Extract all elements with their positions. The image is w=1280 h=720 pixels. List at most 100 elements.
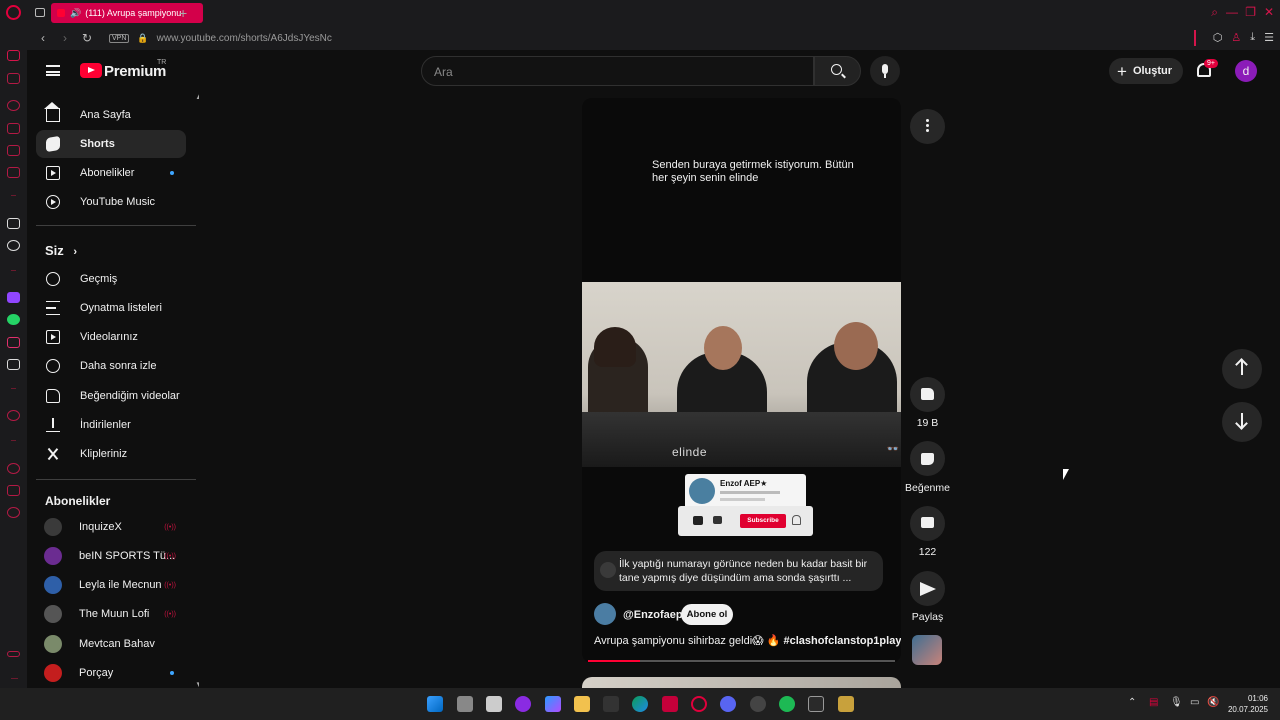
taskbar-clock[interactable]: 01:06 20.07.2025 xyxy=(1228,693,1268,715)
dislike-button[interactable] xyxy=(910,441,945,476)
voice-search-button[interactable] xyxy=(870,56,900,86)
sidebar-item-history[interactable]: Geçmiş xyxy=(36,265,186,293)
search-input[interactable]: Ara xyxy=(421,56,814,86)
lock-icon[interactable]: 🔒 xyxy=(137,33,148,44)
subscription-channel[interactable]: Leyla ile Mecnun ((•)) xyxy=(36,571,186,599)
sidebar-item-playlists[interactable]: Oynatma listeleri xyxy=(36,294,186,322)
player-icon[interactable] xyxy=(7,410,20,421)
bookmarks-icon[interactable] xyxy=(7,123,20,134)
edge-icon[interactable] xyxy=(632,696,648,712)
create-button[interactable]: + Oluştur xyxy=(1109,58,1183,84)
scroll-up-arrow-icon[interactable]: ▲ xyxy=(195,92,199,101)
app-icon[interactable] xyxy=(603,696,619,712)
subscription-channel[interactable]: InquizeX ((•)) xyxy=(36,513,186,541)
volume-muted-icon[interactable]: 🔇 xyxy=(1207,697,1219,708)
new-tab-button[interactable]: + xyxy=(179,5,187,21)
profile-icon[interactable]: ♙ xyxy=(1231,31,1241,44)
chatgpt-icon[interactable] xyxy=(7,240,20,251)
opera-icon[interactable] xyxy=(691,696,707,712)
video-frame[interactable]: elinde 👓 xyxy=(582,282,901,467)
vpn-badge[interactable]: VPN xyxy=(109,33,130,43)
short-hashtag[interactable]: #clashofclanstop1player xyxy=(783,635,901,647)
tray-app-icon[interactable]: ▤ xyxy=(1149,697,1158,708)
mail-icon[interactable] xyxy=(7,167,20,178)
network-icon[interactable]: ▭ xyxy=(1190,697,1199,708)
scroll-down-arrow-icon[interactable]: ▼ xyxy=(195,680,199,688)
microphone-icon[interactable]: 🎙 xyxy=(1170,697,1183,708)
league-icon[interactable] xyxy=(838,696,854,712)
speaker-icon[interactable]: 🔊 xyxy=(70,8,81,19)
instagram-icon[interactable] xyxy=(7,337,20,348)
settings-icon[interactable] xyxy=(7,507,20,518)
x-twitter-icon[interactable] xyxy=(7,359,20,370)
subscribe-button[interactable]: Abone ol xyxy=(681,604,733,625)
account-avatar[interactable]: d xyxy=(1235,60,1257,82)
twitch-icon[interactable] xyxy=(7,292,20,303)
copilot-icon[interactable] xyxy=(545,696,561,712)
tab-manager-icon[interactable] xyxy=(35,8,45,17)
more-icon[interactable] xyxy=(11,678,18,679)
forward-icon[interactable]: › xyxy=(59,31,71,45)
gx-icon[interactable] xyxy=(7,651,20,657)
sidebar-item-subscriptions[interactable]: Abonelikler xyxy=(36,159,186,187)
clock-icon[interactable] xyxy=(7,463,20,474)
previous-short-button[interactable] xyxy=(1222,349,1262,389)
like-button[interactable] xyxy=(910,377,945,412)
reload-icon[interactable]: ↻ xyxy=(81,31,93,45)
download-icon[interactable]: ⤓ xyxy=(1250,31,1255,44)
easy-setup-icon[interactable]: ☰ xyxy=(1264,31,1274,44)
aria-icon[interactable] xyxy=(7,218,20,229)
search-tabs-icon[interactable]: ⌕ xyxy=(1211,5,1218,20)
youtube-logo-icon[interactable] xyxy=(80,63,102,78)
messenger-icon[interactable] xyxy=(7,145,20,156)
spotify-icon[interactable] xyxy=(779,696,795,712)
sound-thumbnail[interactable] xyxy=(912,635,942,665)
search-button[interactable] xyxy=(814,56,861,86)
start-icon[interactable] xyxy=(427,696,443,712)
opera-logo-icon[interactable] xyxy=(6,5,21,20)
mail-icon[interactable] xyxy=(486,696,502,712)
more-options-button[interactable] xyxy=(910,109,945,144)
subscription-channel[interactable]: The Muun Lofi ((•)) xyxy=(36,600,186,628)
sidebar-item-youtube-music[interactable]: YouTube Music xyxy=(36,188,186,216)
menu-icon[interactable] xyxy=(46,65,60,76)
steam-icon[interactable] xyxy=(750,696,766,712)
extensions-icon[interactable] xyxy=(7,485,20,496)
sidebar-item-downloads[interactable]: İndirilenler xyxy=(36,411,186,439)
task-view-icon[interactable] xyxy=(457,696,473,712)
sidebar-item-watch-later[interactable]: Daha sonra izle xyxy=(36,352,186,380)
app-icon[interactable] xyxy=(662,696,678,712)
whatsapp-icon[interactable] xyxy=(7,314,20,325)
history-icon[interactable] xyxy=(7,100,20,111)
home-icon[interactable] xyxy=(7,50,20,61)
epic-games-icon[interactable] xyxy=(808,696,824,712)
progress-bar[interactable] xyxy=(588,660,895,662)
sidebar-item-home[interactable]: Ana Sayfa xyxy=(36,101,186,129)
you-section-title[interactable]: Siz › xyxy=(45,243,77,258)
sidebar-item-shorts[interactable]: Shorts xyxy=(36,130,186,158)
subscription-channel[interactable]: Mevtcan Bahav xyxy=(36,630,186,658)
subscription-channel[interactable]: Porçay xyxy=(36,659,186,687)
file-explorer-icon[interactable] xyxy=(574,696,590,712)
subscription-channel[interactable]: beIN SPORTS Tü... ((•)) xyxy=(36,542,186,570)
next-short-button[interactable] xyxy=(1222,402,1262,442)
minimize-icon[interactable]: — xyxy=(1226,5,1238,19)
speed-dial-icon[interactable] xyxy=(7,73,20,84)
shorts-player[interactable]: Senden buraya getirmek istiyorum. Bütün … xyxy=(582,98,901,663)
extensions-icon[interactable]: ⬡ xyxy=(1213,31,1223,44)
channel-avatar[interactable] xyxy=(594,603,616,625)
back-icon[interactable]: ‹ xyxy=(37,31,49,45)
share-button[interactable] xyxy=(910,571,945,606)
tray-chevron-icon[interactable]: ⌃ xyxy=(1128,697,1136,708)
url-field[interactable]: www.youtube.com/shorts/A6JdsJYesNc xyxy=(157,33,332,44)
maximize-icon[interactable]: ❐ xyxy=(1245,5,1256,19)
sidebar-item-liked-videos[interactable]: Beğendiğim videolar xyxy=(36,382,186,410)
sidebar-item-clips[interactable]: Klipleriniz xyxy=(36,440,186,468)
comment-preview[interactable]: İlk yaptığı numarayı görünce neden bu ka… xyxy=(594,551,883,591)
close-icon[interactable]: ✕ xyxy=(1264,5,1274,19)
comments-button[interactable] xyxy=(910,506,945,541)
channel-handle[interactable]: @Enzofaep xyxy=(623,609,683,621)
sidebar-item-your-videos[interactable]: Videolarınız xyxy=(36,323,186,351)
app-icon[interactable] xyxy=(515,696,531,712)
discord-icon[interactable] xyxy=(720,696,736,712)
